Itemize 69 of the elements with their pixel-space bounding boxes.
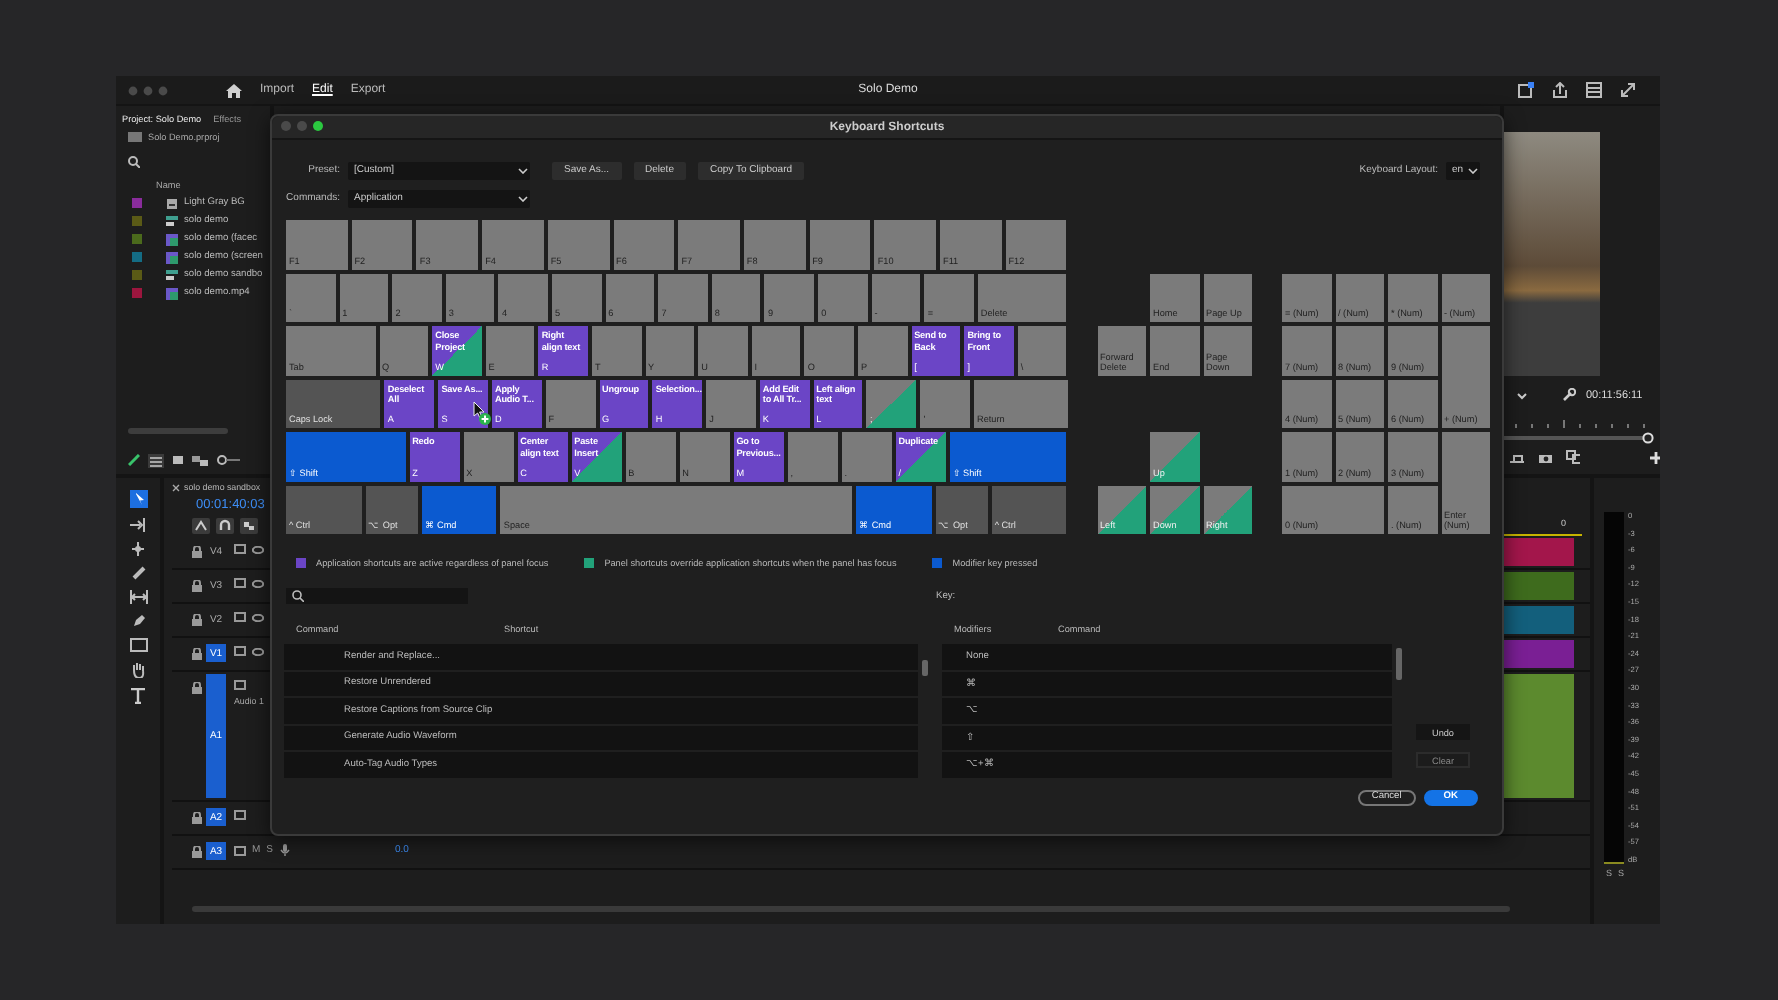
caret-icon[interactable] [518, 195, 528, 201]
search-field[interactable] [286, 588, 468, 604]
label-color-swatch[interactable] [132, 216, 142, 226]
nest-toggle-icon[interactable] [192, 518, 210, 534]
microphone-icon[interactable] [279, 844, 290, 856]
sync-lock-icon[interactable] [234, 578, 246, 588]
label-color-swatch[interactable] [132, 198, 142, 208]
sync-lock-icon[interactable] [234, 810, 246, 820]
graphic-icon [166, 197, 178, 209]
eye-icon[interactable] [252, 613, 264, 621]
zoom-slider-icon[interactable] [216, 454, 240, 466]
wrench-icon[interactable] [1562, 388, 1576, 402]
folder-icon [128, 132, 142, 142]
sync-lock-icon[interactable] [234, 680, 246, 690]
search-icon [292, 590, 304, 602]
selection-tool-icon[interactable] [129, 490, 147, 508]
zoom-scrollbar[interactable] [1504, 432, 1656, 444]
fullscreen-icon[interactable] [1620, 82, 1636, 98]
freeform-view-icon[interactable] [192, 454, 208, 466]
clip-icon [166, 287, 178, 299]
rectangle-icon[interactable] [129, 638, 147, 652]
lock-icon[interactable] [192, 614, 202, 626]
track-select-icon[interactable] [130, 518, 146, 532]
cursor-with-plus-icon [472, 402, 492, 426]
sync-lock-icon[interactable] [234, 544, 246, 554]
caret-icon[interactable] [1516, 391, 1528, 399]
lock-icon[interactable] [192, 682, 202, 694]
hand-icon[interactable] [131, 662, 145, 678]
razor-icon[interactable] [131, 566, 145, 580]
eye-icon[interactable] [252, 545, 264, 553]
label-color-swatch[interactable] [132, 288, 142, 298]
magnet-icon[interactable] [216, 518, 234, 534]
list-view-icon[interactable] [148, 453, 164, 467]
caret-icon[interactable] [518, 167, 528, 173]
close-icon[interactable] [172, 483, 180, 491]
lock-icon[interactable] [192, 812, 202, 824]
linked-selection-icon[interactable] [240, 518, 258, 534]
lock-icon[interactable] [192, 846, 202, 858]
pen-icon[interactable] [131, 614, 145, 628]
window-controls-icon[interactable] [280, 120, 324, 132]
sequence-icon [166, 269, 178, 281]
type-tool-icon[interactable] [130, 688, 146, 704]
search-icon[interactable] [128, 156, 140, 168]
sync-lock-icon[interactable] [234, 646, 246, 656]
lock-icon[interactable] [192, 580, 202, 592]
home-icon[interactable] [226, 83, 242, 97]
quick-export-icon[interactable] [1518, 82, 1534, 98]
sync-lock-icon[interactable] [234, 845, 246, 855]
ripple-edit-icon[interactable] [130, 542, 146, 556]
eye-icon[interactable] [252, 579, 264, 587]
compare-icon[interactable] [1565, 450, 1580, 464]
share-icon[interactable] [1552, 82, 1568, 98]
caret-icon[interactable] [1468, 167, 1478, 173]
eye-icon[interactable] [252, 647, 264, 655]
label-color-swatch[interactable] [132, 252, 142, 262]
label-color-swatch[interactable] [132, 270, 142, 280]
panel-layout-icon[interactable] [1586, 82, 1602, 98]
lock-icon[interactable] [192, 546, 202, 558]
pencil-icon[interactable] [128, 454, 140, 466]
icon-view-icon[interactable] [172, 454, 184, 466]
sync-lock-icon[interactable] [234, 612, 246, 622]
insert-icon[interactable] [1510, 451, 1524, 463]
label-color-swatch[interactable] [132, 234, 142, 244]
slip-icon[interactable] [129, 590, 147, 604]
scrollbar[interactable] [128, 428, 228, 434]
add-button-icon[interactable] [1649, 451, 1661, 463]
sequence-icon [166, 215, 178, 227]
lock-icon[interactable] [192, 648, 202, 660]
camera-icon[interactable] [1537, 451, 1552, 463]
